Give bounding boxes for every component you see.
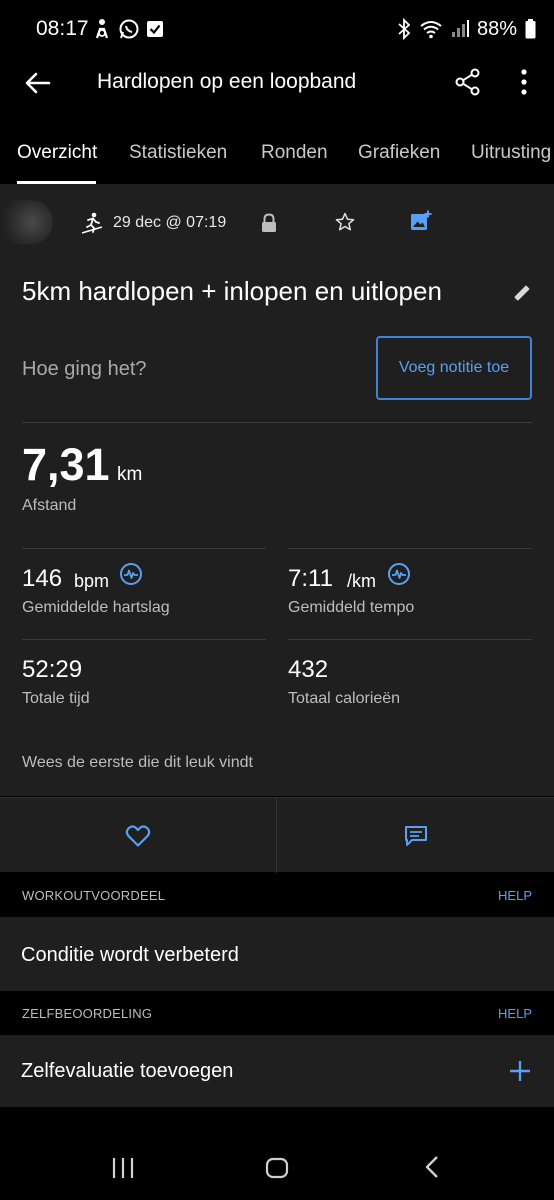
workout-benefit-header: WORKOUTVOORDEEL HELP bbox=[0, 873, 554, 917]
battery-icon bbox=[525, 19, 536, 39]
treadmill-run-icon bbox=[81, 212, 103, 234]
self-evaluation-card[interactable]: Zelfevaluatie toevoegen bbox=[0, 1035, 554, 1107]
status-bar: 08:17 88% bbox=[0, 0, 554, 58]
help-link[interactable]: HELP bbox=[498, 1006, 532, 1021]
tab-grafieken[interactable]: Grafieken bbox=[358, 142, 440, 164]
activity-summary-card: 29 dec @ 07:19 5km hardlopen + inlopen e… bbox=[0, 184, 554, 796]
tab-overzicht[interactable]: Overzicht bbox=[17, 142, 97, 164]
system-navigation-bar bbox=[0, 1135, 554, 1200]
heart-rate-label: Gemiddelde hartslag bbox=[22, 599, 170, 616]
back-chevron-icon[interactable] bbox=[424, 1155, 440, 1179]
status-time: 08:17 bbox=[36, 17, 89, 40]
divider bbox=[22, 548, 266, 549]
workout-benefit-text: Conditie wordt verbeterd bbox=[21, 944, 239, 966]
edit-pencil-icon[interactable] bbox=[511, 282, 533, 304]
add-plus-icon[interactable] bbox=[508, 1059, 532, 1083]
tab-statistieken[interactable]: Statistieken bbox=[129, 142, 227, 164]
divider bbox=[22, 422, 532, 423]
divider bbox=[22, 639, 266, 640]
back-button[interactable] bbox=[22, 68, 54, 98]
star-icon[interactable] bbox=[335, 212, 355, 232]
heart-rate-value: 146 bbox=[22, 565, 63, 592]
more-vertical-icon bbox=[521, 69, 527, 95]
pace-value: 7:11 bbox=[288, 565, 333, 592]
divider bbox=[288, 548, 532, 549]
page-title: Hardlopen op een loopband bbox=[97, 70, 357, 93]
help-link[interactable]: HELP bbox=[498, 888, 532, 903]
social-actions bbox=[0, 797, 554, 873]
bike-notification-icon bbox=[95, 19, 109, 39]
pace-unit: /km bbox=[347, 571, 376, 591]
distance-value: 7,31 bbox=[22, 439, 110, 490]
app-bar: Hardlopen op een loopband bbox=[0, 58, 554, 108]
activity-name: 5km hardlopen + inlopen en uitlopen bbox=[22, 276, 442, 306]
share-icon bbox=[455, 68, 480, 96]
recents-icon[interactable] bbox=[112, 1157, 134, 1179]
notification-icons bbox=[92, 18, 164, 40]
heart-icon bbox=[125, 824, 151, 847]
section-title: ZELFBEOORDELING bbox=[22, 1006, 153, 1021]
heart-rate-unit: bpm bbox=[74, 571, 110, 591]
add-note-button[interactable]: Voeg notitie toe bbox=[376, 336, 532, 400]
total-time-value: 52:29 bbox=[22, 656, 83, 683]
comment-button[interactable] bbox=[277, 798, 554, 873]
distance-unit: km bbox=[117, 464, 143, 485]
bluetooth-icon bbox=[398, 18, 411, 40]
avatar[interactable] bbox=[0, 200, 53, 244]
arrow-left-icon bbox=[25, 72, 51, 94]
workout-benefit-card[interactable]: Conditie wordt verbeterd bbox=[0, 917, 554, 991]
check-notification-icon bbox=[147, 21, 163, 37]
how-did-it-go-prompt: Hoe ging het? bbox=[22, 358, 147, 380]
comment-icon bbox=[404, 825, 427, 846]
self-evaluation-text: Zelfevaluatie toevoegen bbox=[21, 1060, 234, 1082]
system-icons: 88% bbox=[397, 16, 536, 42]
whatsapp-icon bbox=[119, 19, 139, 39]
total-time-label: Totale tijd bbox=[22, 690, 90, 707]
heart-rate-chart-icon[interactable] bbox=[119, 562, 143, 586]
pace-chart-icon[interactable] bbox=[387, 562, 411, 586]
pace-label: Gemiddeld tempo bbox=[288, 599, 415, 616]
like-button[interactable] bbox=[0, 798, 276, 873]
home-icon[interactable] bbox=[265, 1157, 289, 1179]
section-title: WORKOUTVOORDEEL bbox=[22, 888, 166, 903]
activity-date: 29 dec @ 07:19 bbox=[113, 214, 227, 231]
signal-icon bbox=[451, 20, 469, 37]
lock-icon[interactable] bbox=[260, 213, 278, 233]
battery-percentage: 88% bbox=[476, 17, 517, 40]
calories-value: 432 bbox=[288, 656, 329, 683]
tab-ronden[interactable]: Ronden bbox=[261, 142, 328, 164]
tab-uitrusting[interactable]: Uitrusting bbox=[471, 142, 551, 164]
more-options-button[interactable] bbox=[510, 66, 538, 98]
distance-label: Afstand bbox=[22, 497, 77, 514]
add-photo-icon[interactable] bbox=[410, 210, 432, 232]
self-evaluation-header: ZELFBEOORDELING HELP bbox=[0, 991, 554, 1035]
wifi-icon bbox=[420, 21, 442, 39]
share-button[interactable] bbox=[452, 66, 484, 98]
calories-label: Totaal calorieën bbox=[288, 690, 401, 707]
likes-prompt: Wees de eerste die dit leuk vindt bbox=[22, 754, 253, 771]
divider bbox=[288, 639, 532, 640]
tab-bar: Overzicht Statistieken Ronden Grafieken … bbox=[0, 130, 554, 184]
